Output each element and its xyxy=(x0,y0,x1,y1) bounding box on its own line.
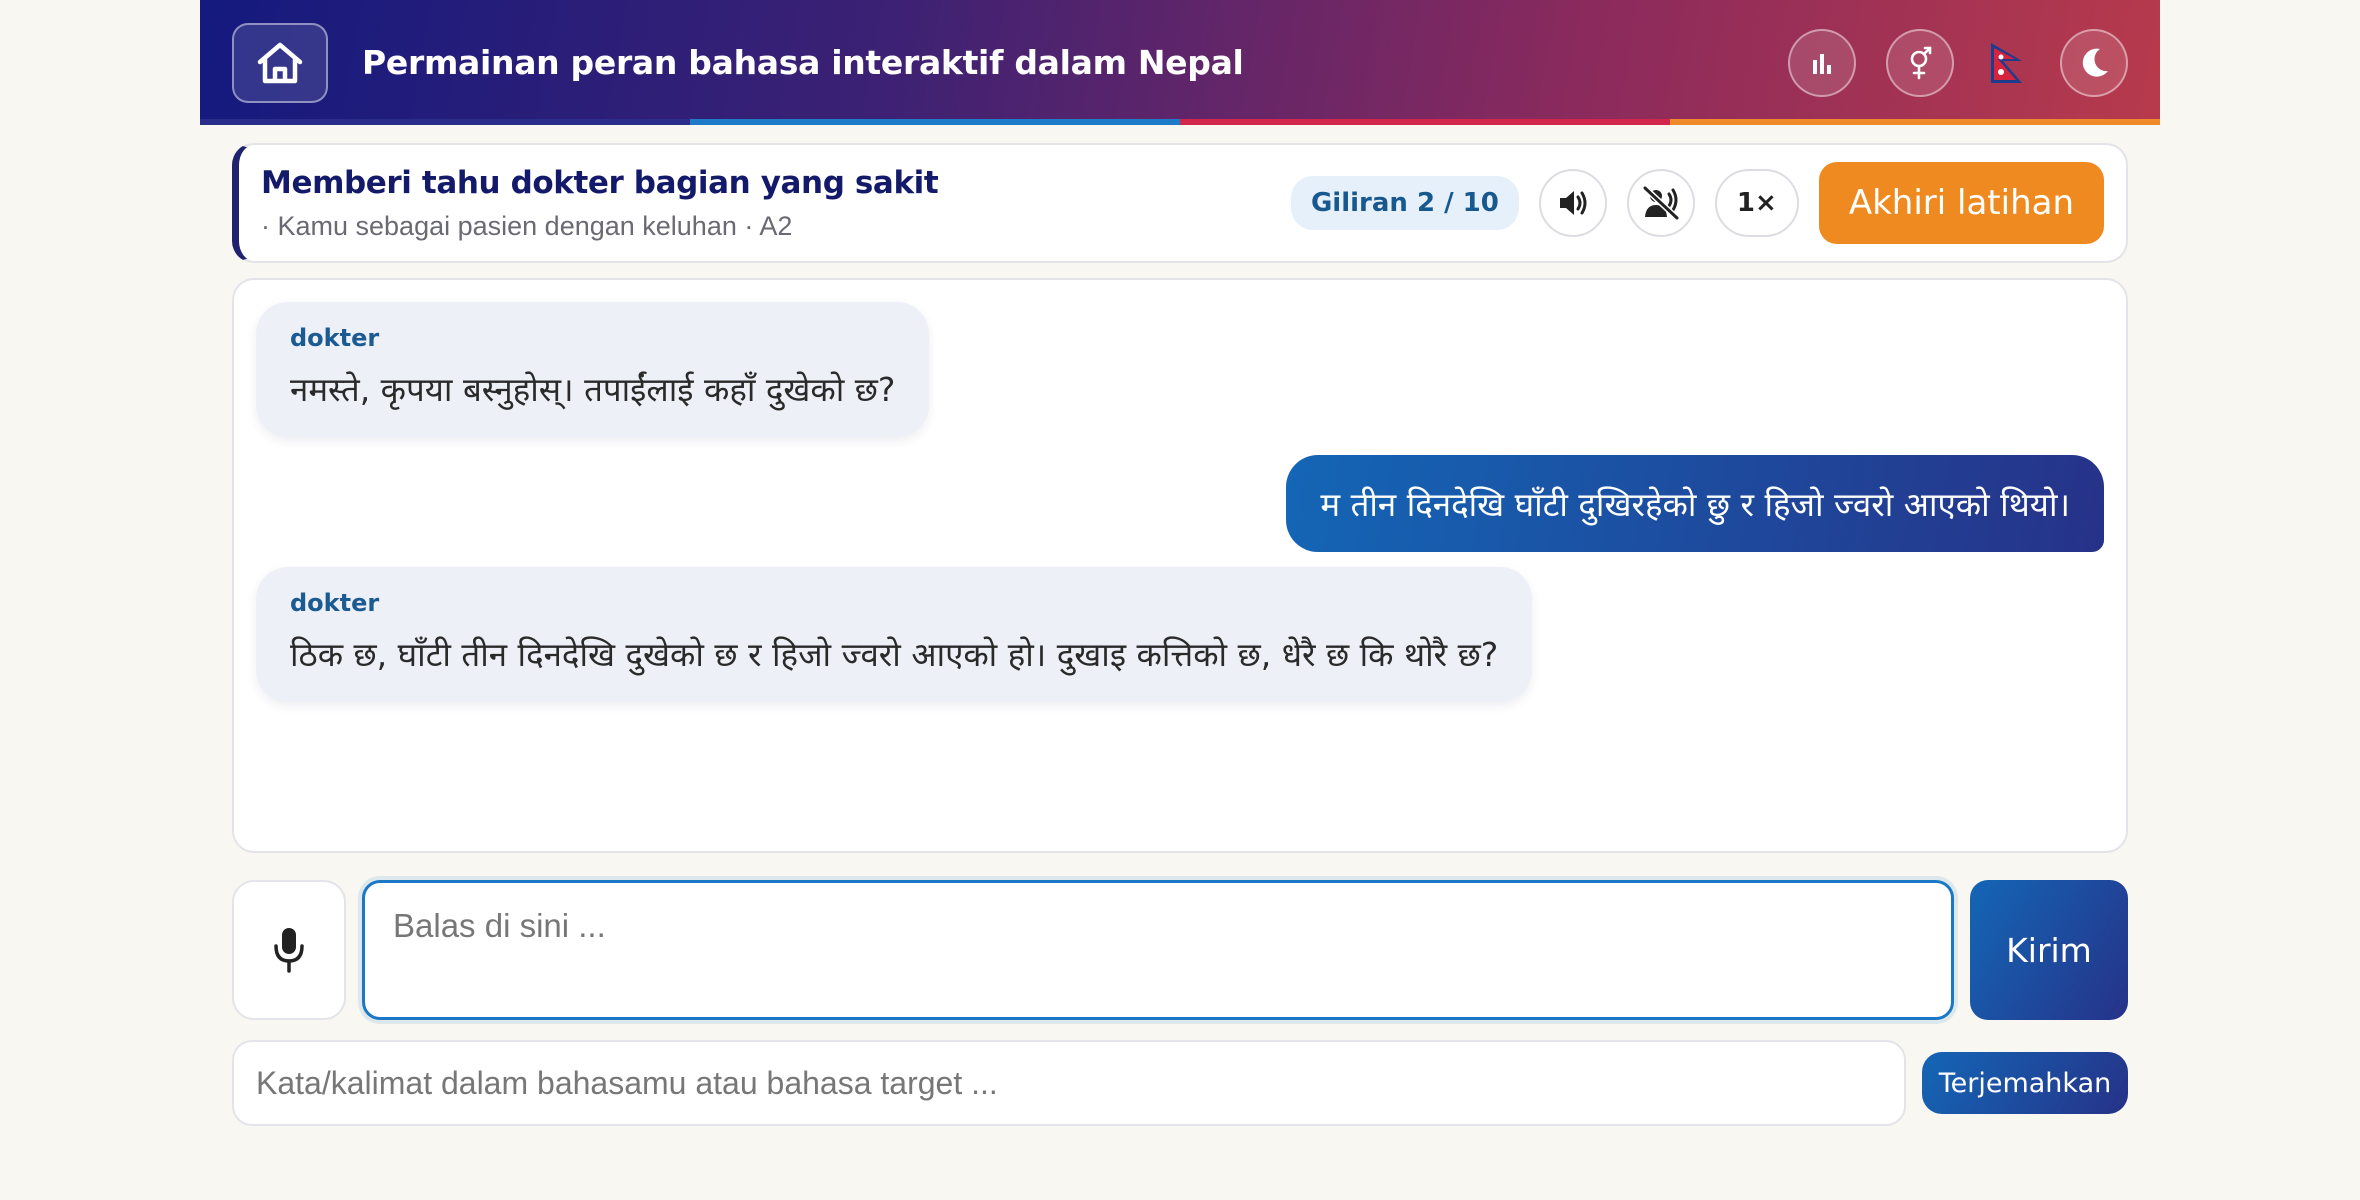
partner-message: dokter नमस्ते, कृपया बस्नुहोस्। तपाईंलाई… xyxy=(256,302,930,437)
send-button[interactable]: Kirim xyxy=(1970,880,2128,1020)
speaker-icon xyxy=(1559,191,1587,215)
translate-button[interactable]: Terjemahkan xyxy=(1922,1052,2128,1114)
speed-button[interactable]: 1× xyxy=(1714,169,1799,237)
gender-button[interactable] xyxy=(1886,28,1954,97)
message-text: ठिक छ, घाँटी तीन दिनदेखि दुखेको छ र हिजो… xyxy=(290,635,1499,674)
message-text: नमस्ते, कृपया बस्नुहोस्। तपाईंलाई कहाँ द… xyxy=(290,370,896,409)
chat-panel: dokter नमस्ते, कृपया बस्नुहोस्। तपाईंलाई… xyxy=(232,278,2128,853)
reply-input[interactable] xyxy=(362,880,1954,1020)
partner-message: dokter ठिक छ, घाँटी तीन दिनदेखि दुखेको छ… xyxy=(256,567,1533,702)
turn-counter-badge: Giliran 2 / 10 xyxy=(1290,176,1519,230)
translate-input[interactable] xyxy=(232,1040,1906,1126)
end-practice-button[interactable]: Akhiri latihan xyxy=(1818,162,2104,244)
stats-button[interactable] xyxy=(1788,28,1856,97)
nepal-flag-icon xyxy=(1991,42,2022,83)
app-header: Permainan peran bahasa interaktif dalam … xyxy=(200,0,2160,125)
scenario-subtitle: · Kamu sebagai pasien dengan keluhan · A… xyxy=(261,210,793,241)
scenario-title: Memberi tahu dokter bagian yang sakit xyxy=(261,164,939,201)
home-icon xyxy=(257,42,303,83)
user-message: म तीन दिनदेखि घाँटी दुखिरहेको छु र हिजो … xyxy=(1286,455,2104,552)
nepal-flag-button[interactable] xyxy=(1984,40,2030,86)
app-title: Permainan peran bahasa interaktif dalam … xyxy=(362,43,1244,82)
message-sender: dokter xyxy=(290,589,380,617)
home-button[interactable] xyxy=(232,22,328,103)
scenario-actions: Giliran 2 / 10 1× Akhiri latihan xyxy=(1290,162,2104,244)
microphone-icon xyxy=(274,928,304,973)
scenario-info: Memberi tahu dokter bagian yang sakit · … xyxy=(261,164,939,242)
microphone-button[interactable] xyxy=(232,880,346,1020)
auto-speak-off-button[interactable] xyxy=(1626,169,1695,237)
stats-icon xyxy=(1813,53,1831,74)
moon-icon xyxy=(2082,48,2108,77)
message-sender: dokter xyxy=(290,324,380,352)
theme-toggle-button[interactable] xyxy=(2060,28,2128,97)
app-root: Permainan peran bahasa interaktif dalam … xyxy=(200,0,2160,1126)
gender-icon xyxy=(1910,46,1932,79)
scenario-bar: Memberi tahu dokter bagian yang sakit · … xyxy=(232,143,2128,263)
mute-voice-icon xyxy=(1642,185,1679,221)
audio-on-button[interactable] xyxy=(1538,169,1607,237)
header-stripe xyxy=(200,119,2160,125)
header-actions xyxy=(1788,28,2128,97)
